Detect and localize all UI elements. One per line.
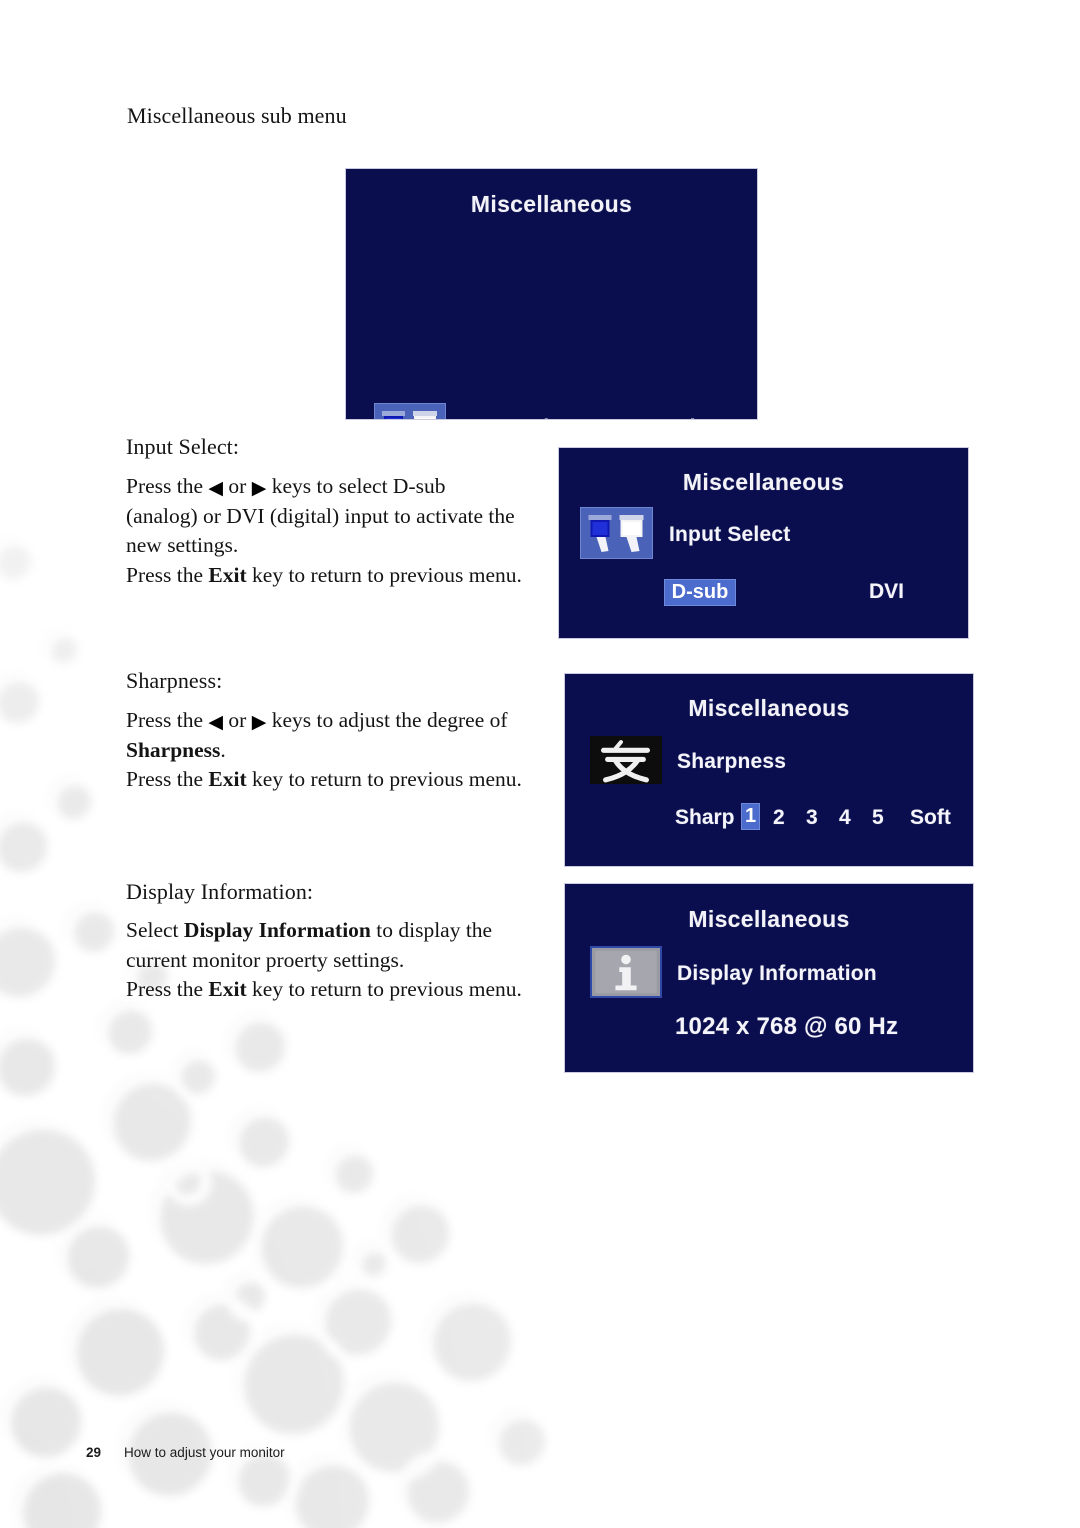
left-arrow-icon: ◀ bbox=[208, 712, 224, 733]
osd-display-information-panel: Miscellaneous Display Information 1024 x… bbox=[565, 884, 973, 1072]
body-line: Press the ◀ or ▶ keys to adjust the degr… bbox=[126, 708, 508, 733]
page-footer: 29 How to adjust your monitor bbox=[86, 1445, 285, 1460]
sharpness-scale-min-label: Sharp bbox=[675, 806, 735, 829]
osd-panel-label-input-select: Input Select bbox=[669, 523, 791, 546]
section-body-display-information: Select Display Information to display th… bbox=[126, 916, 546, 1005]
osd-input-select-panel: Miscellaneous Input Select D-sub DVI bbox=[559, 448, 968, 638]
section-body-sharpness: Press the ◀ or ▶ keys to adjust the degr… bbox=[126, 706, 546, 795]
osd-panel-title: Miscellaneous bbox=[688, 695, 850, 721]
body-line: Sharpness. bbox=[126, 737, 226, 762]
sharpness-cjk-icon bbox=[590, 736, 662, 784]
body-line: new settings. bbox=[126, 533, 239, 557]
sharpness-step-4[interactable]: 4 bbox=[839, 806, 851, 830]
option-dvi[interactable]: DVI bbox=[869, 580, 904, 604]
information-icon bbox=[590, 946, 662, 998]
body-line: Press the ◀ or ▶ keys to select D-sub bbox=[126, 474, 446, 499]
osd-panel-title: Miscellaneous bbox=[688, 906, 850, 932]
sharpness-step-3[interactable]: 3 bbox=[806, 806, 818, 830]
input-connectors-icon bbox=[375, 404, 445, 419]
section-title-input-select: Input Select: bbox=[126, 434, 240, 459]
sharpness-scale-max-label: Soft bbox=[910, 806, 951, 829]
osd-menu-title: Miscellaneous bbox=[470, 191, 633, 217]
body-line: current monitor proerty settings. bbox=[126, 947, 405, 972]
display-information-readout: 1024 x 768 @ 60 Hz bbox=[675, 1013, 899, 1040]
right-arrow-icon: ▶ bbox=[251, 478, 267, 499]
osd-panel-label-display-information: Display Information bbox=[677, 962, 877, 985]
section-title-display-information: Display Information: bbox=[126, 879, 314, 904]
sharpness-step-5[interactable]: 5 bbox=[872, 806, 884, 830]
osd-panel-label-sharpness: Sharpness bbox=[677, 750, 787, 773]
section-body-input-select: Press the ◀ or ▶ keys to select D-sub (a… bbox=[126, 472, 546, 590]
sharpness-step-2[interactable]: 2 bbox=[773, 806, 785, 830]
body-line: Press the Exit key to return to previous… bbox=[126, 977, 522, 1001]
osd-sharpness-panel: Miscellaneous Sharpness Sharp 1 2 3 4 5 … bbox=[565, 674, 973, 866]
input-connectors-icon bbox=[581, 508, 652, 558]
footer-chapter-title: How to adjust your monitor bbox=[124, 1445, 285, 1460]
osd-row-label-input-select: Input Select bbox=[459, 416, 580, 419]
right-arrow-icon: ▶ bbox=[251, 712, 267, 733]
page-title: Miscellaneous sub menu bbox=[127, 103, 347, 128]
body-line: (analog) or DVI (digital) input to activ… bbox=[126, 503, 515, 528]
body-line: Press the Exit key to return to previous… bbox=[126, 562, 522, 587]
footer-page-number: 29 bbox=[86, 1445, 102, 1460]
section-title-sharpness: Sharpness: bbox=[126, 668, 223, 693]
body-line: Press the Exit key to return to previous… bbox=[126, 767, 522, 791]
osd-panel-title: Miscellaneous bbox=[682, 469, 845, 495]
option-d-sub[interactable]: D-sub bbox=[664, 579, 736, 606]
body-line: Select Display Information to display th… bbox=[126, 918, 493, 942]
left-arrow-icon: ◀ bbox=[208, 478, 224, 499]
osd-row-value-input-select: D-sub bbox=[643, 416, 703, 419]
osd-miscellaneous-menu: Miscellaneous Input Select D- bbox=[346, 169, 757, 419]
sharpness-step-1[interactable]: 1 bbox=[741, 803, 760, 830]
